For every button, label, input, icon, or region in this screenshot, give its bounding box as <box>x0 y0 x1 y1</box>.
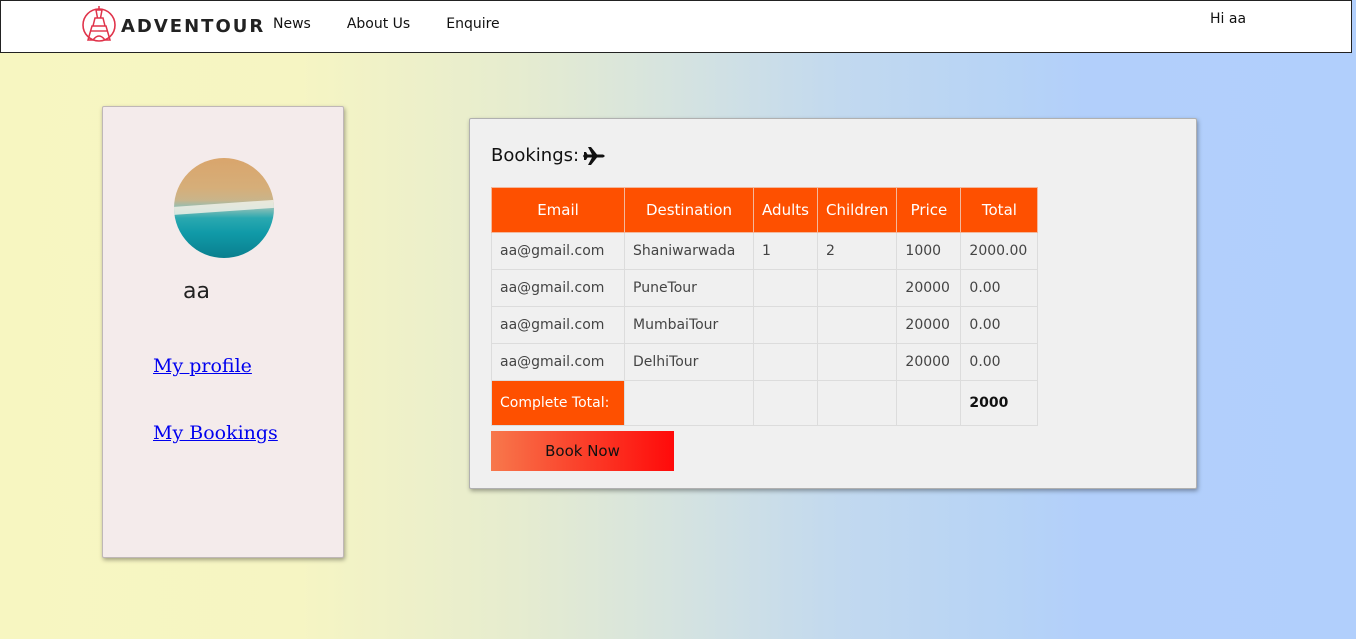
airplane-icon <box>583 146 605 165</box>
cell-destination: PuneTour <box>624 269 754 307</box>
empty-cell <box>816 380 898 426</box>
col-children: Children <box>816 187 898 233</box>
empty-cell <box>624 380 754 426</box>
profile-username: aa <box>183 279 210 304</box>
cell-children <box>816 343 898 381</box>
empty-cell <box>896 380 962 426</box>
cell-price: 20000 <box>896 306 962 344</box>
table-row: aa@gmail.com DelhiTour 20000 0.00 <box>491 343 1039 381</box>
avatar-surf-line <box>174 198 274 216</box>
complete-total-value: 2000 <box>960 380 1039 426</box>
bookings-heading: Bookings: <box>491 145 607 166</box>
bookings-card: Bookings: Email Destination Adults Child… <box>469 118 1197 489</box>
cell-price: 20000 <box>896 269 962 307</box>
cell-price: 20000 <box>896 343 962 381</box>
brand-logo[interactable]: ADVENTOUR <box>81 4 265 44</box>
cell-price: 1000 <box>896 232 962 270</box>
cell-adults <box>753 306 818 344</box>
top-navbar: ADVENTOUR News About Us Enquire Hi aa <box>0 0 1352 53</box>
col-price: Price <box>896 187 962 233</box>
cell-total: 2000.00 <box>960 232 1039 270</box>
cell-email: aa@gmail.com <box>491 232 625 270</box>
table-row: aa@gmail.com MumbaiTour 20000 0.00 <box>491 306 1039 344</box>
book-now-button[interactable]: Book Now <box>491 431 674 471</box>
profile-card: aa My profile My Bookings <box>102 106 344 558</box>
avatar <box>174 158 274 258</box>
complete-total-label: Complete Total: <box>491 380 625 426</box>
table-row: aa@gmail.com PuneTour 20000 0.00 <box>491 269 1039 307</box>
cell-total: 0.00 <box>960 306 1039 344</box>
cell-children <box>816 269 898 307</box>
cell-total: 0.00 <box>960 269 1039 307</box>
cell-email: aa@gmail.com <box>491 306 625 344</box>
cell-adults <box>753 269 818 307</box>
cell-destination: DelhiTour <box>624 343 754 381</box>
cell-adults <box>753 343 818 381</box>
complete-total-row: Complete Total: 2000 <box>491 380 1039 426</box>
nav-about-us[interactable]: About Us <box>347 16 410 32</box>
col-adults: Adults <box>753 187 818 233</box>
user-greeting: Hi aa <box>1210 11 1247 27</box>
nav-enquire[interactable]: Enquire <box>446 16 499 32</box>
col-email: Email <box>491 187 625 233</box>
my-profile-link[interactable]: My profile <box>153 355 252 377</box>
my-bookings-link[interactable]: My Bookings <box>153 422 278 444</box>
empty-cell <box>753 380 818 426</box>
brand-name: ADVENTOUR <box>121 15 266 37</box>
cell-email: aa@gmail.com <box>491 343 625 381</box>
eiffel-tower-icon <box>82 6 116 42</box>
cell-email: aa@gmail.com <box>491 269 625 307</box>
bookings-table: Email Destination Adults Children Price … <box>491 187 1039 426</box>
col-destination: Destination <box>624 187 754 233</box>
cell-destination: Shaniwarwada <box>624 232 754 270</box>
cell-adults: 1 <box>753 232 818 270</box>
bookings-title: Bookings: <box>491 145 580 166</box>
cell-children: 2 <box>816 232 898 270</box>
cell-destination: MumbaiTour <box>624 306 754 344</box>
table-row: aa@gmail.com Shaniwarwada 1 2 1000 2000.… <box>491 232 1039 270</box>
main-nav: News About Us Enquire <box>273 16 536 32</box>
cell-total: 0.00 <box>960 343 1039 381</box>
cell-children <box>816 306 898 344</box>
nav-news[interactable]: News <box>273 16 311 32</box>
table-header-row: Email Destination Adults Children Price … <box>491 187 1039 233</box>
col-total: Total <box>960 187 1039 233</box>
